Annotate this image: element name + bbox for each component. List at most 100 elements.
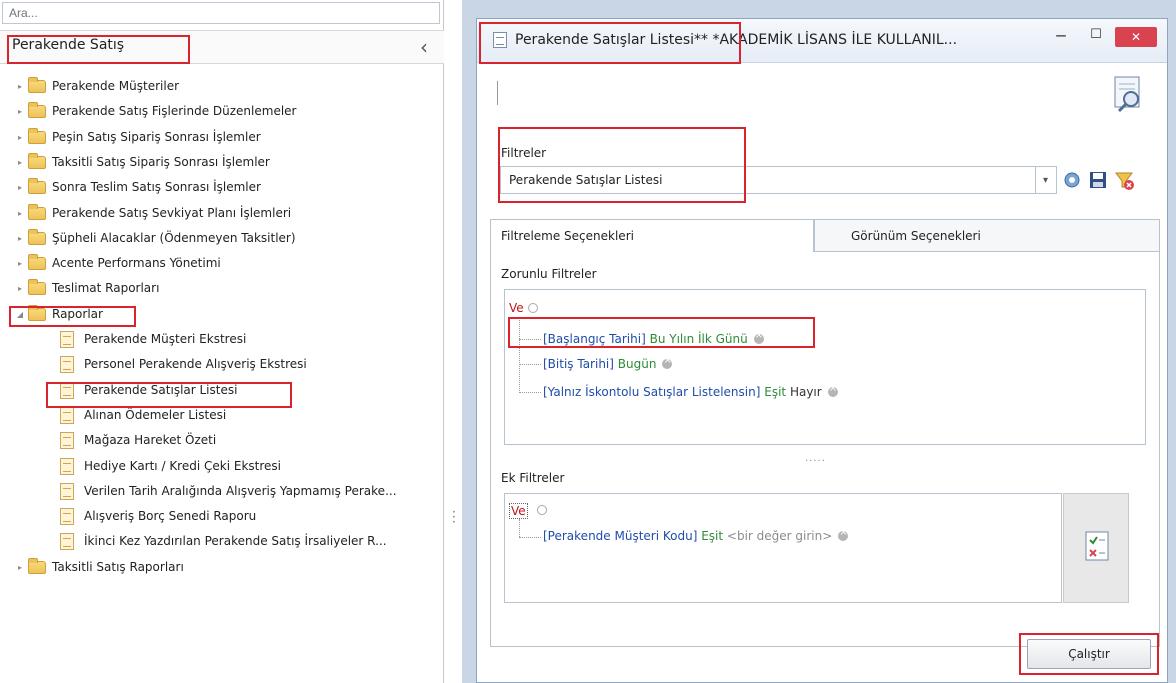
tree-folder-item[interactable]: ▸ Sonra Teslim Satış Sonrası İşlemler — [14, 177, 261, 197]
tree-folder-item[interactable]: ▸ Perakende Müşteriler — [14, 76, 179, 96]
filter-row[interactable]: [Yalnız İskontolu Satışlar Listelensin] … — [543, 383, 838, 399]
search-input[interactable] — [2, 2, 440, 24]
folder-icon — [28, 127, 46, 144]
filter-operator[interactable]: Bugün — [618, 357, 657, 371]
tree-item-label: Perakende Satış Sevkiyat Planı İşlemleri — [52, 206, 292, 220]
report-window: Perakende Satışlar Listesi** *AKADEMİK L… — [476, 18, 1168, 683]
tree-folder-item[interactable]: ▸ Peşin Satış Sipariş Sonrası İşlemler — [14, 127, 261, 147]
tree-item-label: Sonra Teslim Satış Sonrası İşlemler — [52, 180, 261, 194]
filter-list-button[interactable] — [1063, 493, 1129, 603]
tree-connector — [519, 364, 541, 365]
tree-report-item[interactable]: İkinci Kez Yazdırılan Perakende Satış İr… — [60, 531, 387, 551]
filter-field[interactable]: [Bitiş Tarihi] — [543, 357, 614, 371]
collapsed-arrow-icon[interactable]: ▸ — [14, 209, 26, 218]
filter-field[interactable]: [Perakende Müşteri Kodu] — [543, 529, 697, 543]
operator-label: Ve — [509, 301, 524, 315]
remove-icon[interactable] — [827, 383, 838, 397]
report-icon — [60, 482, 74, 500]
tree-item-label: Alınan Ödemeler Listesi — [84, 408, 227, 422]
filter-field[interactable]: [Yalnız İskontolu Satışlar Listelensin] — [543, 385, 760, 399]
folder-icon — [28, 76, 46, 93]
tree-report-item[interactable]: Mağaza Hareket Özeti — [60, 430, 216, 450]
filter-row[interactable]: [Başlangıç Tarihi] Bu Yılın İlk Günü — [543, 330, 764, 346]
tab-label: Filtreleme Seçenekleri — [501, 229, 634, 243]
collapsed-arrow-icon[interactable]: ▸ — [14, 284, 26, 293]
remove-icon[interactable] — [662, 355, 673, 369]
filter-field[interactable]: [Başlangıç Tarihi] — [543, 332, 646, 346]
folder-icon — [28, 101, 46, 118]
tree-folder-item[interactable]: ▸ Perakende Satış Fişlerinde Düzenlemeler — [14, 101, 296, 121]
operator-label: Ve — [511, 504, 526, 518]
collapsed-arrow-icon[interactable]: ▸ — [14, 234, 26, 243]
filter-value[interactable]: Hayır — [790, 385, 822, 399]
folder-icon — [28, 278, 46, 295]
add-condition-icon[interactable] — [537, 505, 547, 515]
navigation-panel: Perakende Satış ‹ ▸Perakende Müşteriler▸… — [0, 0, 444, 683]
collapsed-arrow-icon[interactable]: ▸ — [14, 183, 26, 192]
filter-operator[interactable]: Eşit — [764, 385, 786, 399]
tree-folder-item[interactable]: ◢ Raporlar — [14, 304, 103, 324]
tree-folder-item[interactable]: ▸ Acente Performans Yönetimi — [14, 253, 221, 273]
tree-report-item[interactable]: Personel Perakende Alışveriş Ekstresi — [60, 354, 307, 374]
report-icon — [60, 532, 74, 550]
tree-report-item[interactable]: Alınan Ödemeler Listesi — [60, 405, 226, 425]
add-condition-icon[interactable] — [527, 303, 538, 313]
report-icon — [60, 381, 74, 399]
collapsed-arrow-icon[interactable]: ▸ — [14, 563, 26, 572]
tree-item-label: Raporlar — [52, 307, 103, 321]
collapsed-arrow-icon[interactable]: ▸ — [14, 158, 26, 167]
resize-handle[interactable]: ..... — [805, 453, 826, 464]
folder-icon — [28, 177, 46, 194]
folder-icon — [28, 228, 46, 245]
save-icon[interactable] — [1087, 169, 1109, 191]
toolbar-separator — [497, 81, 499, 105]
tree-connector — [519, 537, 541, 538]
and-operator[interactable]: Ve — [509, 503, 528, 519]
folder-icon — [28, 304, 46, 321]
tree-report-item[interactable]: Verilen Tarih Aralığında Alışveriş Yapma… — [60, 481, 397, 501]
filter-row[interactable]: [Perakende Müşteri Kodu] Eşit <bir değer… — [543, 527, 849, 543]
window-title-text: Perakende Satışlar Listesi** — [515, 32, 709, 48]
report-icon — [60, 431, 74, 449]
report-tools-icon[interactable] — [1111, 75, 1147, 113]
extra-filters-box — [504, 493, 1062, 603]
tree-folder-item[interactable]: ▸ Perakende Satış Sevkiyat Planı İşlemler… — [14, 203, 291, 223]
chevron-left-icon[interactable]: ‹ — [420, 35, 428, 59]
tree-item-label: Alışveriş Borç Senedi Raporu — [84, 509, 257, 523]
filters-label: Filtreler — [501, 146, 547, 160]
chevron-down-icon[interactable]: ▾ — [1035, 166, 1057, 194]
tree-folder-item[interactable]: ▸ Şüpheli Alacaklar (Ödenmeyen Taksitler) — [14, 228, 296, 248]
filter-operator[interactable]: Bu Yılın İlk Günü — [650, 332, 748, 346]
filter-operator[interactable]: Eşit — [701, 529, 723, 543]
filter-row[interactable]: [Bitiş Tarihi] Bugün — [543, 355, 673, 371]
filter-value-placeholder[interactable]: <bir değer girin> — [727, 529, 832, 543]
required-filters-label: Zorunlu Filtreler — [501, 267, 597, 281]
collapsed-arrow-icon[interactable]: ▸ — [14, 82, 26, 91]
tree-folder-item[interactable]: ▸ Taksitli Satış Raporları — [14, 557, 184, 577]
folder-icon — [28, 203, 46, 220]
gear-icon[interactable] — [1061, 169, 1083, 191]
tab-filtreleme-secenekleri[interactable]: Filtreleme Seçenekleri — [490, 219, 814, 253]
collapsed-arrow-icon[interactable]: ▸ — [14, 107, 26, 116]
minimize-button[interactable]: ‒ — [1049, 25, 1073, 49]
remove-icon[interactable] — [753, 330, 764, 344]
delete-filter-icon[interactable] — [1113, 169, 1135, 191]
tab-gorunum-secenekleri[interactable]: Görünüm Seçenekleri — [814, 219, 1160, 252]
tree-report-item[interactable]: Perakende Müşteri Ekstresi — [60, 329, 246, 349]
collapsed-arrow-icon[interactable]: ▸ — [14, 259, 26, 268]
tree-report-item[interactable]: Hediye Kartı / Kredi Çeki Ekstresi — [60, 456, 281, 476]
filters-select[interactable]: Perakende Satışlar Listesi — [500, 166, 1036, 194]
tree-report-item[interactable]: Alışveriş Borç Senedi Raporu — [60, 506, 256, 526]
run-button[interactable]: Çalıştır — [1027, 639, 1151, 669]
maximize-button[interactable]: ☐ — [1085, 27, 1107, 49]
close-button[interactable]: ✕ — [1115, 27, 1157, 47]
panel-splitter[interactable]: · · · — [452, 506, 456, 528]
expanded-arrow-icon[interactable]: ◢ — [14, 310, 26, 319]
tree-item-label: İkinci Kez Yazdırılan Perakende Satış İr… — [84, 534, 387, 548]
remove-icon[interactable] — [838, 527, 849, 541]
tree-folder-item[interactable]: ▸ Taksitli Satış Sipariş Sonrası İşlemler — [14, 152, 270, 172]
tree-folder-item[interactable]: ▸ Teslimat Raporları — [14, 278, 159, 298]
tree-report-item[interactable]: Perakende Satışlar Listesi — [60, 380, 237, 400]
collapsed-arrow-icon[interactable]: ▸ — [14, 133, 26, 142]
and-operator[interactable]: Ve — [509, 301, 538, 315]
